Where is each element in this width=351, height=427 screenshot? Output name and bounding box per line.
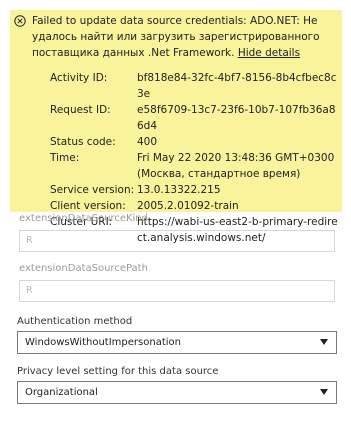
detail-label: Request ID: xyxy=(50,104,111,116)
auth-method-value: WindowsWithoutImpersonation xyxy=(25,337,181,348)
extension-kind-label: extensionDataSourceKind xyxy=(19,213,148,224)
error-banner: Failed to update data source credentials… xyxy=(10,10,342,244)
detail-row-status-code: Status code: 400 xyxy=(50,134,340,150)
detail-row-request-id: Request ID: e58f6709-13c7-23f6-10b7-107f… xyxy=(50,102,340,134)
detail-row-service-version: Service version: 13.0.13322.215 xyxy=(50,182,340,198)
detail-label: Service version: xyxy=(50,184,135,196)
detail-row-time: Time: Fri May 22 2020 13:48:36 GMT+0300 … xyxy=(50,150,340,182)
auth-method-select[interactable]: WindowsWithoutImpersonation xyxy=(17,331,337,354)
detail-value: 13.0.13322.215 xyxy=(137,184,221,196)
detail-value: 400 xyxy=(137,136,158,148)
extension-path-label: extensionDataSourcePath xyxy=(19,263,148,274)
detail-value: 2005.2.01092-train xyxy=(137,200,239,212)
detail-row-client-version: Client version: 2005.2.01092-train xyxy=(50,198,340,214)
detail-label: Activity ID: xyxy=(50,72,108,84)
detail-label: Status code: xyxy=(50,136,116,148)
detail-label: Time: xyxy=(50,152,80,164)
extension-path-field: R xyxy=(19,280,335,302)
detail-label: Client version: xyxy=(50,200,126,212)
chevron-down-icon xyxy=(320,389,328,395)
auth-method-label: Authentication method xyxy=(17,316,133,327)
error-message: Failed to update data source credentials… xyxy=(32,13,338,61)
privacy-level-label: Privacy level setting for this data sour… xyxy=(17,366,219,377)
privacy-level-select[interactable]: Organizational xyxy=(17,381,337,404)
hide-details-link[interactable]: Hide details xyxy=(238,47,300,59)
detail-value: bf818e84-32fc-4bf7-8156-8b4cfbec8c3e xyxy=(137,72,337,100)
detail-value: e58f6709-13c7-23f6-10b7-107fb36a86d4 xyxy=(137,104,336,132)
error-icon xyxy=(14,15,26,27)
chevron-down-icon xyxy=(320,339,328,345)
detail-value: Fri May 22 2020 13:48:36 GMT+0300 (Москв… xyxy=(137,152,335,180)
extension-kind-field: R xyxy=(19,230,335,252)
detail-row-activity-id: Activity ID: bf818e84-32fc-4bf7-8156-8b4… xyxy=(50,70,340,102)
privacy-level-value: Organizational xyxy=(25,387,98,398)
